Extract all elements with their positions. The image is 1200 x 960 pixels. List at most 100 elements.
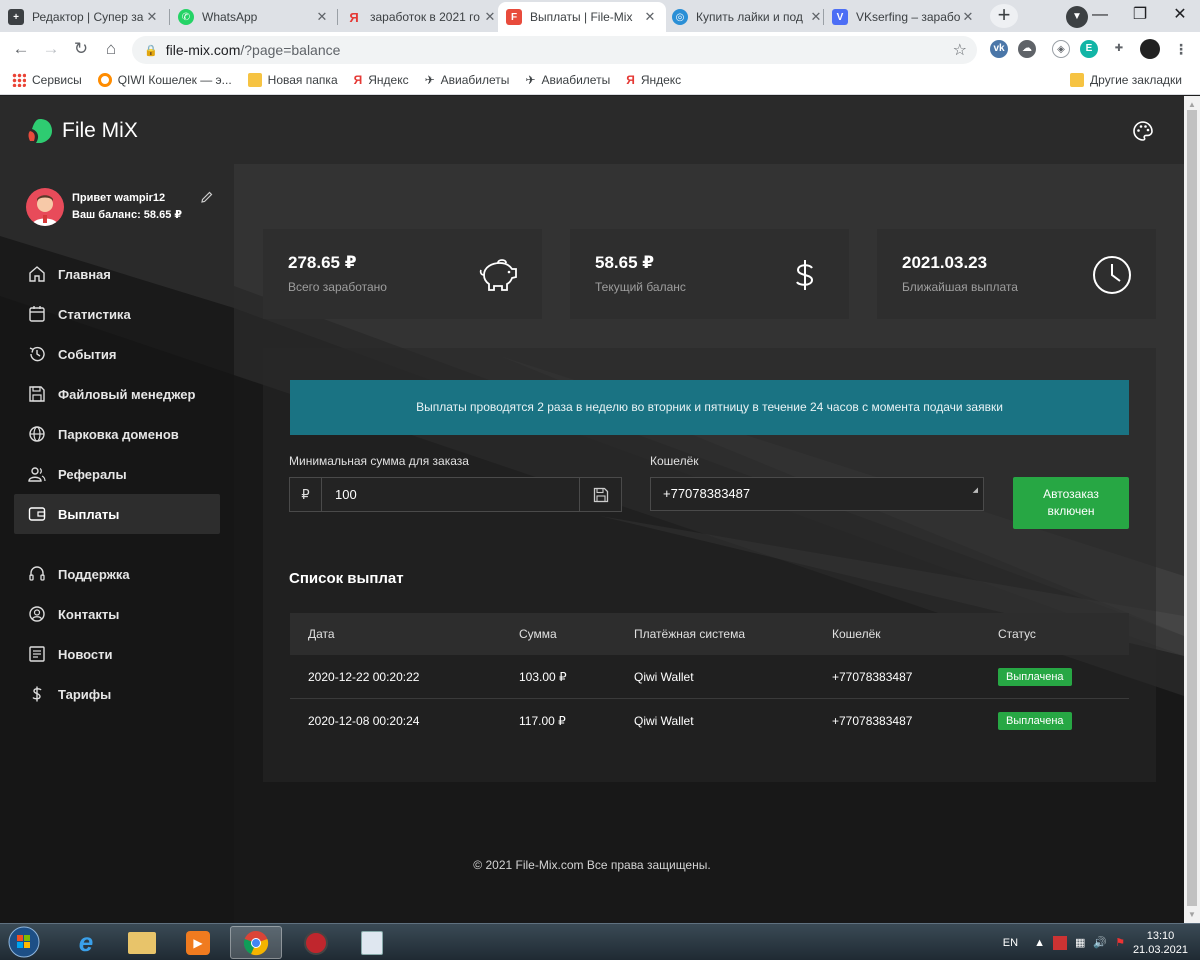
vk-extension-icon[interactable]: vk xyxy=(990,40,1008,58)
bookmark-avia[interactable]: ✈ Авиабилеты xyxy=(525,73,610,87)
tab-label: VKserfing – заработ xyxy=(856,10,960,24)
sidebar-item-referrals[interactable]: Рефералы xyxy=(14,454,220,494)
payout-list-title: Список выплат xyxy=(289,570,404,587)
avatar[interactable] xyxy=(26,188,64,226)
volume-icon[interactable]: 🔊 xyxy=(1093,936,1107,949)
minimize-button[interactable]: — xyxy=(1080,0,1120,32)
clock[interactable]: 13:10 21.03.2021 xyxy=(1133,929,1188,957)
shield-ext-icon[interactable]: ◈ xyxy=(1052,40,1070,58)
windows-start-icon[interactable] xyxy=(4,924,44,960)
tray-app-icon[interactable] xyxy=(1052,935,1067,950)
min-amount-input[interactable] xyxy=(322,478,579,511)
close-icon[interactable]: ✕ xyxy=(144,9,160,25)
sidebar-item-payouts[interactable]: Выплаты xyxy=(14,494,220,534)
maximize-button[interactable]: ❐ xyxy=(1120,0,1160,32)
balance-text: Ваш баланс: 58.65 ₽ xyxy=(72,209,183,221)
sidebar-item-label: Файловый менеджер xyxy=(58,386,196,402)
browser-menu-icon[interactable]: ⋮ xyxy=(1172,40,1190,58)
scroll-thumb[interactable] xyxy=(1187,110,1197,906)
auto-order-label: Автозаказ xyxy=(1043,487,1099,501)
close-icon[interactable]: ✕ xyxy=(314,9,330,25)
sidebar-item-events[interactable]: События xyxy=(14,334,220,374)
close-icon[interactable]: ✕ xyxy=(960,9,976,25)
bookmark-yandex[interactable]: Я Яндекс xyxy=(354,73,409,87)
qiwi-icon xyxy=(97,73,112,87)
page-scrollbar[interactable]: ▲ ▼ xyxy=(1184,96,1200,923)
browser-toolbar: ← → ↻ ⌂ 🔒 file-mix.com/?page=balance ☆ v… xyxy=(0,32,1200,66)
taskbar-ie[interactable]: e xyxy=(60,926,112,959)
sidebar-item-contacts[interactable]: Контакты xyxy=(14,594,220,634)
bookmark-label: Яндекс xyxy=(368,73,409,87)
browser-tab[interactable]: ◎ Купить лайки и под ✕ xyxy=(664,2,832,32)
flag-icon[interactable]: ⚑ xyxy=(1115,936,1125,949)
cell-date: 2020-12-08 00:20:24 xyxy=(308,714,420,728)
extensions-puzzle-icon[interactable]: ✚ xyxy=(1110,40,1128,58)
calendar-icon xyxy=(29,306,45,322)
users-icon xyxy=(28,467,46,482)
scroll-up-icon[interactable]: ▲ xyxy=(1188,100,1196,109)
profile-avatar-icon[interactable] xyxy=(1140,39,1160,59)
address-bar[interactable]: 🔒 file-mix.com/?page=balance ☆ xyxy=(132,36,977,64)
new-tab-button[interactable]: + xyxy=(990,4,1018,28)
sidebar-item-label: Выплаты xyxy=(58,506,120,522)
close-icon[interactable]: ✕ xyxy=(808,9,824,25)
bookmarks-bar: Сервисы QIWI Кошелек — э... Новая папка … xyxy=(0,66,1200,95)
browser-tab[interactable]: ✆ WhatsApp ✕ xyxy=(170,2,338,32)
window-close-button[interactable]: ✕ xyxy=(1160,0,1200,32)
bookmark-other[interactable]: Другие закладки xyxy=(1070,73,1182,87)
cell-amount: 117.00 ₽ xyxy=(519,714,566,728)
dropdown-caret-icon: ◢ xyxy=(972,487,978,494)
e-extension-icon[interactable]: E xyxy=(1080,40,1098,58)
sidebar-item-tariffs[interactable]: Тарифы xyxy=(14,674,220,714)
reload-icon[interactable]: ↻ xyxy=(66,34,96,64)
close-icon[interactable]: ✕ xyxy=(482,9,498,25)
sidebar-item-domain-parking[interactable]: Парковка доменов xyxy=(14,414,220,454)
bookmark-yandex[interactable]: Я Яндекс xyxy=(626,73,681,87)
windows-taskbar: e ▶ EN ▲ ▦ 🔊 ⚑ 13:10 21.03.2021 xyxy=(0,923,1200,960)
puzzle-ext-icon[interactable]: ☁ xyxy=(1018,40,1036,58)
sidebar-item-file-manager[interactable]: Файловый менеджер xyxy=(14,374,220,414)
auto-order-button[interactable]: Автозаказ включен xyxy=(1013,477,1129,529)
taskbar-paint[interactable] xyxy=(346,926,398,959)
browser-tab-active[interactable]: F Выплаты | File-Mix ✕ xyxy=(498,2,666,32)
language-indicator[interactable]: EN xyxy=(1003,937,1018,949)
bookmark-qiwi[interactable]: QIWI Кошелек — э... xyxy=(97,73,232,87)
back-icon[interactable]: ← xyxy=(6,34,36,64)
cell-system: Qiwi Wallet xyxy=(634,669,694,684)
bookmark-folder[interactable]: Новая папка xyxy=(247,73,338,87)
sidebar-item-support[interactable]: Поддержка xyxy=(14,554,220,594)
sidebar-item-label: Рефералы xyxy=(58,466,127,482)
browser-tab[interactable]: + Редактор | Супер за ✕ xyxy=(0,2,168,32)
plane-icon: ✈ xyxy=(525,73,536,87)
edit-pencil-icon[interactable] xyxy=(200,190,214,204)
bookmark-services[interactable]: Сервисы xyxy=(12,73,82,87)
site-logo[interactable]: File MiX xyxy=(26,117,138,145)
taskbar-media[interactable]: ▶ xyxy=(172,926,224,959)
taskbar-chrome[interactable] xyxy=(230,926,282,959)
forward-icon[interactable]: → xyxy=(36,34,66,64)
close-icon[interactable]: ✕ xyxy=(642,9,658,25)
network-icon[interactable]: ▦ xyxy=(1075,936,1085,949)
taskbar-app[interactable] xyxy=(290,926,342,959)
site-footer: © 2021 File-Mix.com Все права защищены. xyxy=(473,858,711,872)
system-tray: EN ▲ ▦ 🔊 ⚑ 13:10 21.03.2021 xyxy=(1003,924,1200,960)
history-icon xyxy=(29,346,45,362)
taskbar-explorer[interactable] xyxy=(116,926,168,959)
palette-icon[interactable] xyxy=(1132,120,1154,142)
wallet-select[interactable]: +77078383487 ◢ xyxy=(650,477,984,511)
tab-label: Редактор | Супер за xyxy=(32,10,144,24)
save-button[interactable] xyxy=(579,478,621,511)
home-button-icon[interactable]: ⌂ xyxy=(96,34,126,64)
tray-arrow-icon[interactable]: ▲ xyxy=(1034,937,1045,949)
bookmark-avia[interactable]: ✈ Авиабилеты xyxy=(425,73,510,87)
cell-wallet: +77078383487 xyxy=(832,669,913,684)
red-app-icon xyxy=(304,930,328,955)
sidebar-item-home[interactable]: Главная xyxy=(14,254,220,294)
sidebar-item-statistics[interactable]: Статистика xyxy=(14,294,220,334)
headset-icon xyxy=(29,566,45,581)
sidebar-item-news[interactable]: Новости xyxy=(14,634,220,674)
bookmark-star-icon[interactable]: ☆ xyxy=(953,40,967,60)
scroll-down-icon[interactable]: ▼ xyxy=(1188,910,1196,919)
browser-tab[interactable]: V VKserfing – заработ ✕ xyxy=(824,2,984,32)
browser-tab[interactable]: Я заработок в 2021 го ✕ xyxy=(338,2,506,32)
